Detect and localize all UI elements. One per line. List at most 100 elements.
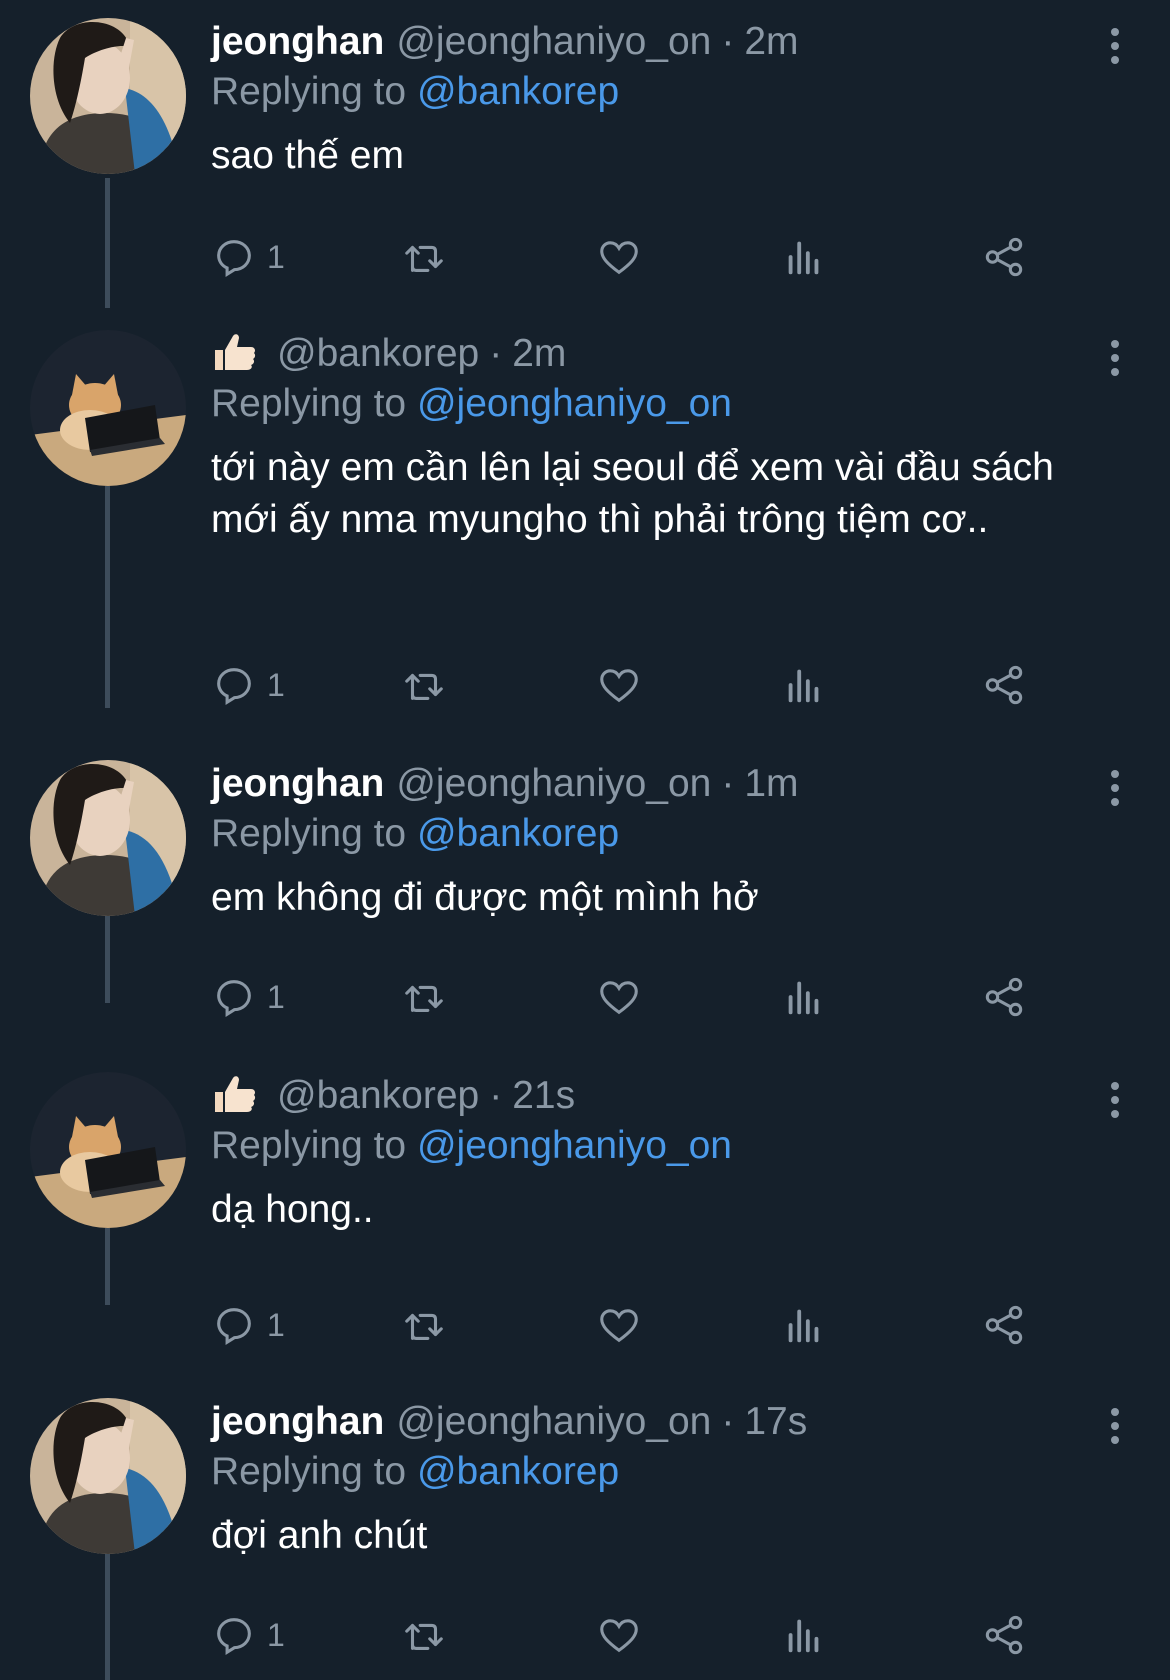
retweet-icon	[405, 985, 443, 1012]
share-icon	[985, 665, 1023, 705]
replying-to-line: Replying to @jeonghaniyo_on	[211, 1120, 1080, 1172]
user-handle[interactable]: @jeonghaniyo_on	[396, 1400, 711, 1443]
person-avatar[interactable]	[30, 760, 186, 916]
reply-count: 1	[267, 978, 285, 1015]
like-icon	[600, 981, 638, 1015]
tweet-actions: 1	[211, 232, 1061, 282]
tweet-text: dạ hong..	[211, 1188, 374, 1231]
reply-button[interactable]: 1	[211, 1300, 285, 1350]
user-handle[interactable]: @bankorep	[277, 332, 479, 375]
tweet-text: em không đi được một mình hở	[211, 876, 759, 919]
retweet-button[interactable]	[401, 232, 447, 282]
retweet-icon	[405, 673, 443, 700]
separator-dot: ·	[721, 762, 735, 805]
tweet-text: đợi anh chút	[211, 1514, 428, 1557]
person-avatar[interactable]	[30, 1398, 186, 1554]
separator-dot: ·	[489, 1074, 503, 1117]
reply-button[interactable]: 1	[211, 660, 285, 710]
retweet-button[interactable]	[401, 972, 447, 1022]
reply-count: 1	[267, 1306, 285, 1343]
timestamp[interactable]: 2m	[744, 20, 798, 63]
user-handle[interactable]: @jeonghaniyo_on	[396, 762, 711, 805]
replying-to-label: Replying to	[211, 1450, 407, 1493]
timestamp[interactable]: 2m	[512, 332, 566, 375]
reply-button[interactable]: 1	[211, 1610, 285, 1660]
separator-dot: ·	[721, 1400, 735, 1443]
views-icon	[788, 669, 819, 703]
views-button[interactable]	[781, 232, 827, 282]
share-button[interactable]	[981, 660, 1027, 710]
cat-avatar[interactable]	[30, 1072, 186, 1228]
replying-to-handle[interactable]: @jeonghaniyo_on	[417, 382, 732, 425]
replying-to-handle[interactable]: @bankorep	[417, 70, 619, 113]
thumbs-up-emoji	[215, 334, 256, 370]
like-button[interactable]	[596, 1610, 642, 1660]
tweet-actions: 1	[211, 660, 1061, 710]
share-button[interactable]	[981, 972, 1027, 1022]
timestamp[interactable]: 1m	[744, 762, 798, 805]
display-name[interactable]: jeonghan	[211, 1400, 384, 1443]
reply-button[interactable]: 1	[211, 232, 285, 282]
like-button[interactable]	[596, 232, 642, 282]
replying-to-handle[interactable]: @bankorep	[417, 812, 619, 855]
timestamp[interactable]: 21s	[512, 1074, 575, 1117]
replying-to-label: Replying to	[211, 70, 407, 113]
reply-icon	[217, 1618, 251, 1656]
tweet-actions: 1	[211, 972, 1061, 1022]
cat-avatar[interactable]	[30, 330, 186, 486]
reply-icon	[217, 240, 251, 278]
views-button[interactable]	[781, 660, 827, 710]
like-button[interactable]	[596, 1300, 642, 1350]
more-icon[interactable]	[1100, 26, 1130, 66]
reply-count: 1	[267, 1616, 285, 1653]
user-handle[interactable]: @jeonghaniyo_on	[396, 20, 711, 63]
more-icon[interactable]	[1100, 338, 1130, 378]
retweet-button[interactable]	[401, 1300, 447, 1350]
reply-icon	[217, 980, 251, 1018]
views-button[interactable]	[781, 1300, 827, 1350]
retweet-button[interactable]	[401, 1610, 447, 1660]
replying-to-line: Replying to @bankorep	[211, 808, 1080, 860]
replying-to-label: Replying to	[211, 382, 407, 425]
like-icon	[600, 241, 638, 275]
like-icon	[600, 1309, 638, 1343]
tweet-actions: 1	[211, 1300, 1061, 1350]
person-avatar[interactable]	[30, 18, 186, 174]
views-button[interactable]	[781, 1610, 827, 1660]
reply-icon	[217, 1308, 251, 1346]
views-icon	[788, 981, 819, 1015]
replying-to-label: Replying to	[211, 812, 407, 855]
like-button[interactable]	[596, 660, 642, 710]
more-icon[interactable]	[1100, 1080, 1130, 1120]
user-handle[interactable]: @bankorep	[277, 1074, 479, 1117]
tweet-text: tới này em cần lên lại seoul để xem vài …	[211, 446, 1054, 541]
retweet-icon	[405, 245, 443, 272]
display-name[interactable]: jeonghan	[211, 762, 384, 805]
timestamp[interactable]: 17s	[744, 1400, 807, 1443]
share-icon	[985, 1305, 1023, 1345]
like-button[interactable]	[596, 972, 642, 1022]
replying-to-line: Replying to @jeonghaniyo_on	[211, 378, 1080, 430]
replying-to-handle[interactable]: @jeonghaniyo_on	[417, 1124, 732, 1167]
share-button[interactable]	[981, 232, 1027, 282]
views-icon	[788, 1309, 819, 1343]
views-button[interactable]	[781, 972, 827, 1022]
replying-to-line: Replying to @bankorep	[211, 1446, 1080, 1498]
tweet-actions: 1	[211, 1610, 1061, 1660]
share-icon	[985, 977, 1023, 1017]
display-name[interactable]: jeonghan	[211, 20, 384, 63]
retweet-button[interactable]	[401, 660, 447, 710]
like-icon	[600, 669, 638, 703]
separator-dot: ·	[489, 332, 503, 375]
replying-to-handle[interactable]: @bankorep	[417, 1450, 619, 1493]
share-icon	[985, 237, 1023, 277]
replying-to-line: Replying to @bankorep	[211, 66, 1080, 118]
reply-button[interactable]: 1	[211, 972, 285, 1022]
more-icon[interactable]	[1100, 768, 1130, 808]
share-button[interactable]	[981, 1300, 1027, 1350]
reply-icon	[217, 668, 251, 706]
more-icon[interactable]	[1100, 1406, 1130, 1446]
thread-connector	[105, 478, 110, 708]
share-button[interactable]	[981, 1610, 1027, 1660]
views-icon	[788, 1619, 819, 1653]
